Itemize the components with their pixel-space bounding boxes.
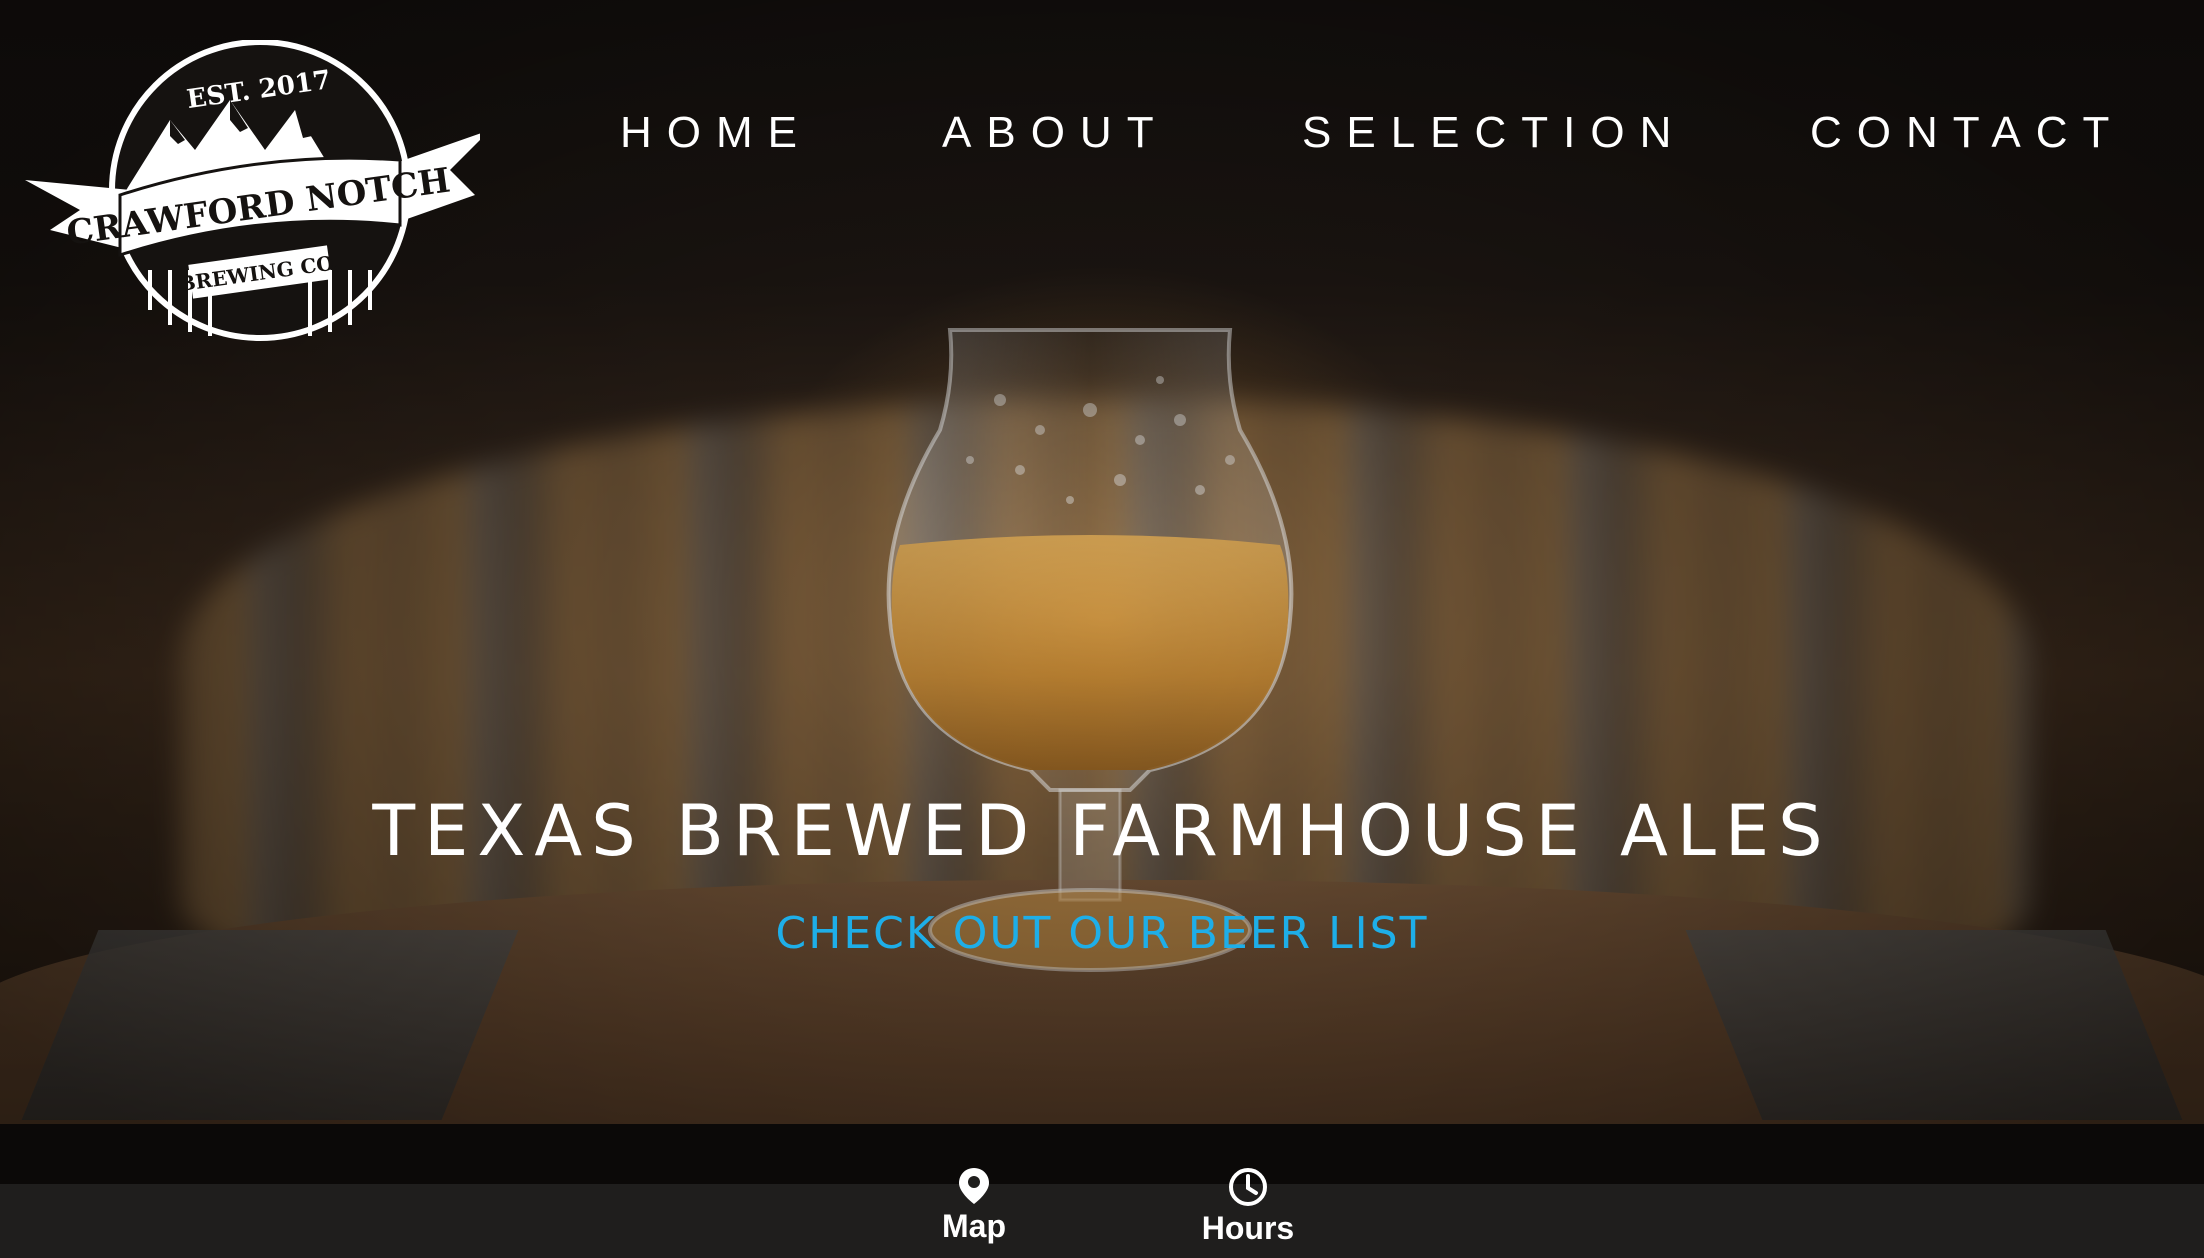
nav-contact[interactable]: CONTACT (1810, 108, 2124, 158)
beer-list-link[interactable]: CHECK OUT OUR BEER LIST (776, 908, 1429, 959)
nav-home[interactable]: HOME (620, 108, 812, 158)
nav-selection[interactable]: SELECTION (1302, 108, 1686, 158)
nav-about[interactable]: ABOUT (942, 108, 1169, 158)
main-nav: HOME ABOUT SELECTION CONTACT (620, 108, 2120, 164)
hero-cta-wrapper: CHECK OUT OUR BEER LIST (0, 908, 2204, 959)
bottom-action-bar (0, 1184, 2204, 1258)
hours-button[interactable]: Hours (1168, 1166, 1328, 1258)
map-pin-icon (959, 1168, 989, 1204)
brewery-logo[interactable]: EST. 2017 CRAWFORD NOTCH BREWING CO. (20, 40, 480, 350)
hours-label: Hours (1201, 1210, 1295, 1246)
map-label: Map (942, 1208, 1006, 1244)
clock-icon (1229, 1168, 1267, 1206)
bottom-strip (0, 1124, 2204, 1184)
hero-headline: TEXAS BREWED FARMHOUSE ALES (372, 790, 1832, 872)
map-button[interactable]: Map (894, 1166, 1054, 1258)
